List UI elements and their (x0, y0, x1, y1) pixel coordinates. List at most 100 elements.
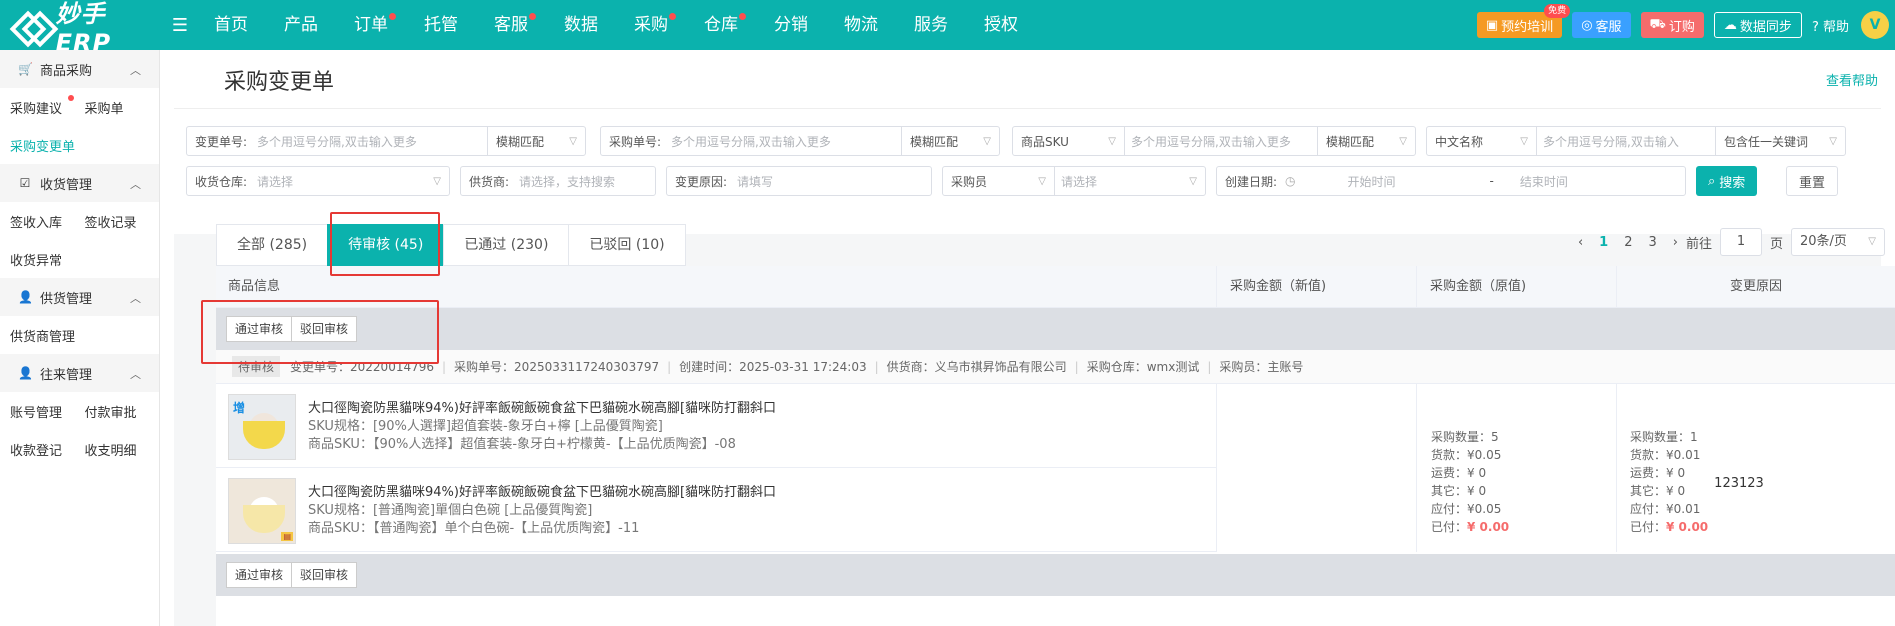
tab-all[interactable]: 全部 (285) (216, 224, 328, 266)
sidebar-item-sign-record[interactable]: 签收记录 (85, 212, 160, 231)
cn-name-input[interactable]: 多个用逗号分隔,双击输入 (1537, 133, 1715, 150)
purchase-no-match-select[interactable]: 模糊匹配 ▽ (901, 127, 999, 155)
cn-name-match-select[interactable]: 包含任一关键词 ▽ (1715, 127, 1845, 155)
header-new-amount: 采购金额（新值) (1230, 279, 1327, 294)
subscribe-button[interactable]: ⛟ 订购 (1640, 12, 1704, 38)
header-old-amount: 采购金额（原值) (1430, 279, 1527, 294)
sidebar-group-purchasing[interactable]: 🛒 商品采购 ︿ (0, 50, 159, 88)
sidebar-item-purchase-change[interactable]: 采购变更单 (10, 136, 102, 155)
nav-item-purchase[interactable]: 采购 (634, 0, 676, 50)
nav-item-products[interactable]: 产品 (284, 0, 318, 50)
nav-item-orders[interactable]: 订单 (354, 0, 396, 50)
product-thumbnail[interactable]: 增 (228, 394, 296, 460)
supplier-select[interactable]: 供货商: 请选择，支持搜索 (460, 166, 656, 196)
user-avatar[interactable]: V (1861, 11, 1889, 39)
nav-item-logistics[interactable]: 物流 (844, 0, 878, 50)
sidebar-item-income-expense[interactable]: 收支明细 (85, 440, 160, 459)
product-row: ▤ 大口徑陶瓷防黑貓咪94%)好評率飯碗飯碗食盆下巴貓碗水碗高腳[貓咪防打翻斜口… (216, 468, 1216, 552)
product-spec: SKU规格：[普通陶瓷]單個白色碗 [上品優質陶瓷] (308, 503, 593, 518)
reset-button[interactable]: 重置 (1786, 166, 1839, 196)
nav-item-home[interactable]: 首页 (214, 0, 248, 50)
nav-item-service[interactable]: 客服 (494, 0, 536, 50)
buyer-select[interactable]: 请选择 (1055, 173, 1183, 190)
create-date-range[interactable]: 创建日期: ◷ 开始时间 - 结束时间 (1216, 166, 1686, 196)
sku-input[interactable]: 多个用逗号分隔,双击输入更多 (1125, 133, 1317, 150)
new-paid-value: ¥ 0.00 (1467, 520, 1510, 534)
page-1[interactable]: 1 (1599, 235, 1608, 250)
sidebar-item-purchase-order[interactable]: 采购单 (85, 98, 160, 117)
approve-button[interactable]: 通过审核 (226, 562, 293, 588)
warehouse-select[interactable]: 收货仓库: 请选择 ▽ (186, 166, 450, 196)
purchase-no-input[interactable]: 多个用逗号分隔,双击输入更多 (669, 133, 901, 150)
data-sync-button[interactable]: ☁ 数据同步 (1713, 12, 1802, 38)
tab-rejected[interactable]: 已驳回 (10) (568, 224, 686, 266)
page-2[interactable]: 2 (1624, 235, 1632, 250)
sku-match-select[interactable]: 模糊匹配 ▽ (1317, 127, 1415, 155)
page-3[interactable]: 3 (1648, 235, 1656, 250)
chevron-down-icon: ▽ (1038, 175, 1046, 187)
start-date-input[interactable]: 开始时间 (1346, 173, 1466, 190)
nav-item-hosting[interactable]: 托管 (424, 0, 458, 50)
menu-toggle-icon[interactable]: ☰ (168, 15, 192, 36)
question-icon: ? (1811, 19, 1819, 35)
page-title: 采购变更单 (224, 70, 335, 95)
help-link[interactable]: ? 帮助 (1812, 16, 1849, 35)
added-badge: 增 (233, 401, 246, 415)
column-divider (1216, 384, 1217, 552)
prev-page-button[interactable]: ‹ (1578, 235, 1583, 250)
cn-name-filter: 中文名称 ▽ 多个用逗号分隔,双击输入 包含任一关键词 ▽ (1426, 126, 1846, 156)
notification-dot (68, 94, 74, 101)
change-no-match-select[interactable]: 模糊匹配 ▽ (487, 127, 585, 155)
batch-action-bar: 通过审核 驳回审核 (216, 308, 1895, 350)
nav-item-services[interactable]: 服务 (914, 0, 948, 50)
notification-dot (529, 13, 536, 20)
sku-field-select[interactable]: 商品SKU ▽ (1013, 127, 1125, 155)
next-page-button[interactable]: › (1673, 235, 1678, 250)
free-badge: 免费 (1544, 4, 1571, 18)
sidebar-group-accounts[interactable]: 👤 往来管理 ︿ (0, 354, 159, 392)
person-icon: 👤 (18, 366, 33, 380)
nav-item-warehouse[interactable]: 仓库 (704, 0, 746, 50)
chevron-up-icon: ︿ (130, 368, 141, 381)
reject-button[interactable]: 驳回审核 (292, 562, 358, 588)
nav-item-data[interactable]: 数据 (564, 0, 598, 50)
view-help-link[interactable]: 查看帮助 (1826, 70, 1878, 89)
purchase-no: 采购单号：2025033117240303797 (454, 360, 660, 374)
change-reason-input[interactable]: 变更原因: 请填写 (666, 166, 932, 196)
buyer-field-select[interactable]: 采购员 ▽ (943, 167, 1055, 195)
cart-icon: ⛟ (1649, 16, 1666, 32)
sidebar-item-payment-approval[interactable]: 付款审批 (85, 402, 160, 421)
sidebar-item-receiving-exception[interactable]: 收货异常 (10, 250, 102, 269)
change-no-input[interactable]: 多个用逗号分隔,双击输入更多 (255, 133, 487, 150)
sidebar-item-supplier-management[interactable]: 供货商管理 (10, 326, 102, 345)
chevron-down-icon: ▽ (1520, 135, 1528, 147)
product-name[interactable]: 大口徑陶瓷防黑貓咪94%)好評率飯碗飯碗食盆下巴貓碗水碗高腳[貓咪防打翻斜口 (308, 400, 776, 418)
product-thumb-tag-icon: ▤ (281, 532, 293, 541)
chevron-down-icon: ▽ (569, 135, 577, 147)
product-thumbnail[interactable]: ▤ (228, 478, 296, 544)
end-date-input[interactable]: 结束时间 (1518, 173, 1618, 190)
app-logo[interactable]: 妙手ERP (0, 0, 160, 57)
cn-name-field-select[interactable]: 中文名称 ▽ (1427, 127, 1537, 155)
sidebar-group-supply[interactable]: 👤 供货管理 ︿ (0, 278, 159, 316)
sidebar-item-sign-in-stock[interactable]: 签收入库 (10, 212, 85, 231)
chevron-down-icon: ▽ (1868, 236, 1876, 247)
search-button[interactable]: ⌕ 搜索 (1696, 166, 1758, 196)
sidebar-item-receipt-registration[interactable]: 收款登记 (10, 440, 85, 459)
sidebar-group-receiving[interactable]: ☑ 收货管理 ︿ (0, 164, 159, 202)
page-size-select[interactable]: 20条/页 ▽ (1791, 228, 1885, 256)
chevron-down-icon: ▽ (1189, 175, 1197, 187)
sidebar-item-account-management[interactable]: 账号管理 (10, 402, 85, 421)
product-sku: 商品SKU：【90%人选择】超值套装-象牙白+柠檬黄-【上品优质陶瓷】-08 (308, 437, 736, 452)
page-jump-input[interactable]: 1 (1719, 228, 1762, 256)
buyer-filter: 采购员 ▽ 请选择 ▽ (942, 166, 1206, 196)
product-name[interactable]: 大口徑陶瓷防黑貓咪94%)好評率飯碗飯碗食盆下巴貓碗水碗高腳[貓咪防打翻斜口 (308, 484, 776, 502)
chevron-down-icon: ▽ (433, 175, 441, 187)
customer-service-button[interactable]: ◎ 客服 (1572, 12, 1631, 38)
highlight-box (201, 300, 439, 364)
nav-item-authorization[interactable]: 授权 (984, 0, 1018, 50)
training-button[interactable]: ▣ 预约培训 免费 (1476, 4, 1571, 38)
nav-item-distribution[interactable]: 分销 (774, 0, 808, 50)
sidebar-item-purchase-suggestion[interactable]: 采购建议 (10, 94, 85, 117)
tab-approved[interactable]: 已通过 (230) (443, 224, 569, 266)
